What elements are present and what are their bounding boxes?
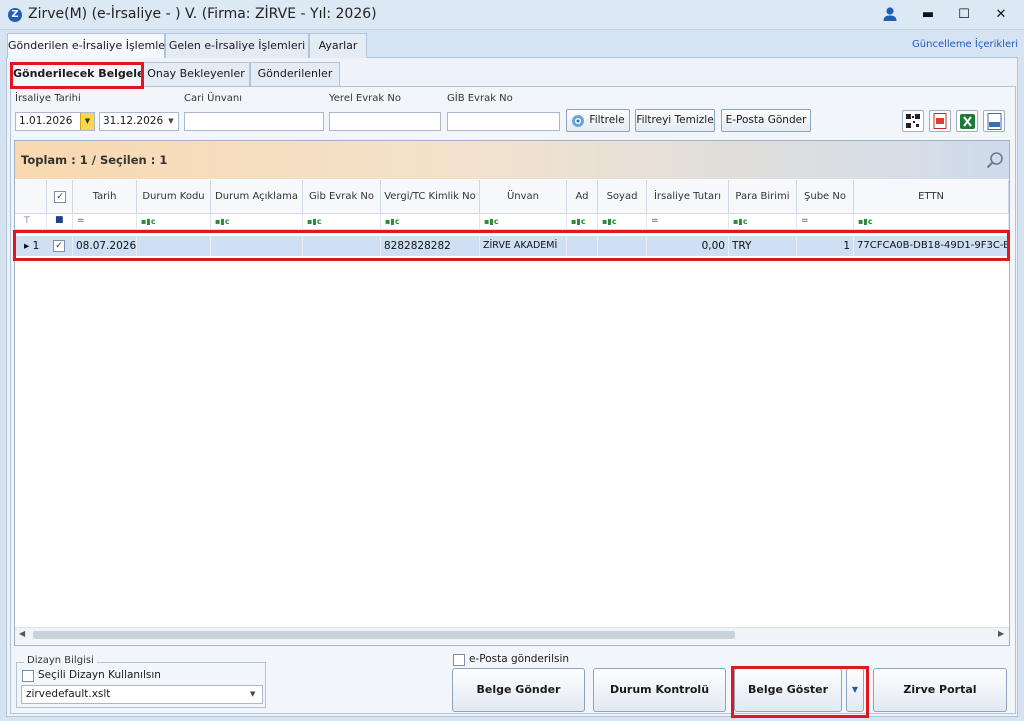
select-all-header[interactable]: ✓ <box>47 180 73 214</box>
filter-row-check[interactable]: ■ <box>47 214 73 230</box>
chevron-down-icon[interactable]: ▼ <box>250 690 255 698</box>
date-label: İrsaliye Tarihi <box>15 93 81 104</box>
send-document-button[interactable]: Belge Gönder <box>452 668 585 712</box>
scroll-right-icon[interactable]: ▶ <box>998 629 1004 638</box>
pdf-icon[interactable] <box>929 110 951 132</box>
search-icon[interactable] <box>986 151 1004 169</box>
filter-row-pin-icon: ⊤ <box>15 214 47 230</box>
excel-icon[interactable] <box>956 110 978 132</box>
cell-ettn: 77CFCA0B-DB18-49D1-9F3C-B2 <box>854 236 1009 256</box>
tab-gelen[interactable]: Gelen e-İrsaliye İşlemleri <box>165 33 309 58</box>
column-header-irsaliye-tutari[interactable]: İrsaliye Tutarı <box>647 180 729 214</box>
xml-icon[interactable] <box>983 110 1005 132</box>
column-header-gib-evrak-no[interactable]: Gib Evrak No <box>303 180 381 214</box>
filter-cell-sube-no[interactable]: = <box>797 214 854 230</box>
grid-summary-text: Toplam : 1 / Seçilen : 1 <box>21 153 168 167</box>
filter-cell-unvan[interactable]: ▪▮c <box>480 214 567 230</box>
show-document-button[interactable]: Belge Göster <box>734 668 842 712</box>
cell-para-birimi: TRY <box>729 236 797 256</box>
cell-tarih: 08.07.2026 <box>73 236 137 256</box>
design-template-select[interactable]: zirvedefault.xslt <box>21 685 263 704</box>
filter-cell-ad[interactable]: ▪▮c <box>567 214 598 230</box>
cell-vergi-no: 8282828282 <box>381 236 480 256</box>
filter-cell-tarih[interactable]: = <box>73 214 137 230</box>
row-index: ▸ 1 <box>24 240 40 252</box>
minimize-button[interactable]: ▬ <box>913 4 943 26</box>
send-email-checkbox[interactable] <box>453 654 465 666</box>
filter-cell-durum-aciklama[interactable]: ▪▮c <box>211 214 303 230</box>
calendar-dropdown-icon[interactable]: ▼ <box>80 113 94 130</box>
user-icon[interactable] <box>882 6 898 22</box>
cell-soyad <box>598 236 647 256</box>
tab-gonderilenler[interactable]: Gönderilenler <box>250 62 340 86</box>
tab-ayarlar[interactable]: Ayarlar <box>309 33 367 58</box>
column-header-tarih[interactable]: Tarih <box>73 180 137 214</box>
zirve-portal-button[interactable]: Zirve Portal <box>873 668 1007 712</box>
scrollbar-thumb[interactable] <box>33 631 735 639</box>
design-info-title: Dizayn Bilgisi <box>24 655 97 666</box>
column-header-unvan[interactable]: Ünvan <box>480 180 567 214</box>
column-header-durum-aciklama[interactable]: Durum Açıklama <box>211 180 303 214</box>
cari-input[interactable] <box>184 112 324 131</box>
show-document-dropdown[interactable]: ▼ <box>846 668 864 712</box>
filter-cell-vergi-no[interactable]: ▪▮c <box>381 214 480 230</box>
window-title: Zirve(M) (e-İrsaliye - ) V. (Firma: ZİRV… <box>28 6 377 22</box>
close-button[interactable]: ✕ <box>986 4 1016 26</box>
date-end-dropdown-icon[interactable]: ▼ <box>164 113 178 130</box>
qr-code-icon[interactable] <box>902 110 924 132</box>
row-pointer-icon: ▸ <box>24 240 33 252</box>
scroll-left-icon[interactable]: ◀ <box>19 629 25 638</box>
column-header-para-birimi[interactable]: Para Birimi <box>729 180 797 214</box>
yerel-evrak-input[interactable] <box>329 112 441 131</box>
column-header-durum-kodu[interactable]: Durum Kodu <box>137 180 211 214</box>
chevron-down-icon: ▼ <box>851 685 859 694</box>
filter-icon <box>572 115 584 127</box>
column-header-vergi-no[interactable]: Vergi/TC Kimlik No <box>381 180 480 214</box>
email-send-button[interactable]: E-Posta Gönder <box>721 109 811 132</box>
gib-label: GİB Evrak No <box>447 93 513 104</box>
cell-unvan: ZİRVE AKADEMİ <box>480 236 567 256</box>
update-notes-link[interactable]: Güncelleme İçerikleri <box>900 39 1018 50</box>
row-indicator-header <box>15 180 47 214</box>
cell-durum-kodu <box>137 236 211 256</box>
select-all-checkbox[interactable]: ✓ <box>54 191 66 203</box>
filter-button[interactable]: Filtrele <box>566 109 630 132</box>
filter-cell-soyad[interactable]: ▪▮c <box>598 214 647 230</box>
filter-cell-durum-kodu[interactable]: ▪▮c <box>137 214 211 230</box>
use-selected-design-checkbox[interactable] <box>22 670 34 682</box>
column-header-ettn[interactable]: ETTN <box>854 180 1009 214</box>
tab-gonderilen[interactable]: Gönderilen e-İrsaliye İşlemleri <box>7 33 173 58</box>
tab-gonderilecek-belgeler[interactable]: Gönderilecek Belgeler <box>12 62 150 86</box>
clear-filter-button[interactable]: Filtreyi Temizle <box>635 109 715 132</box>
cell-sube-no: 1 <box>797 236 854 256</box>
cell-irsaliye-tutari: 0,00 <box>647 236 729 256</box>
filter-cell-gib-evrak-no[interactable]: ▪▮c <box>303 214 381 230</box>
cari-label: Cari Ünvanı <box>184 93 242 104</box>
column-header-sube-no[interactable]: Şube No <box>797 180 854 214</box>
maximize-button[interactable]: ☐ <box>949 4 979 26</box>
tab-onay-bekleyenler[interactable]: Onay Bekleyenler <box>142 62 250 86</box>
column-header-soyad[interactable]: Soyad <box>598 180 647 214</box>
status-check-button[interactable]: Durum Kontrolü <box>593 668 726 712</box>
cell-ad <box>567 236 598 256</box>
cell-durum-aciklama <box>211 236 303 256</box>
row-checkbox[interactable]: ✓ <box>53 240 65 252</box>
cell-gib-evrak-no <box>303 236 381 256</box>
app-logo-icon: Z <box>8 8 22 22</box>
filter-cell-ettn[interactable]: ▪▮c <box>854 214 1009 230</box>
filter-cell-irsaliye-tutari[interactable]: = <box>647 214 729 230</box>
column-header-ad[interactable]: Ad <box>567 180 598 214</box>
use-selected-design-label: Seçili Dizayn Kullanılsın <box>38 669 161 681</box>
filter-cell-para-birimi[interactable]: ▪▮c <box>729 214 797 230</box>
filter-button-label: Filtrele <box>589 114 625 126</box>
row-checkbox-cell[interactable]: ✓ <box>47 236 73 256</box>
gib-evrak-input[interactable] <box>447 112 560 131</box>
yerel-label: Yerel Evrak No <box>329 93 401 104</box>
send-email-label: e-Posta gönderilsin <box>469 653 570 665</box>
